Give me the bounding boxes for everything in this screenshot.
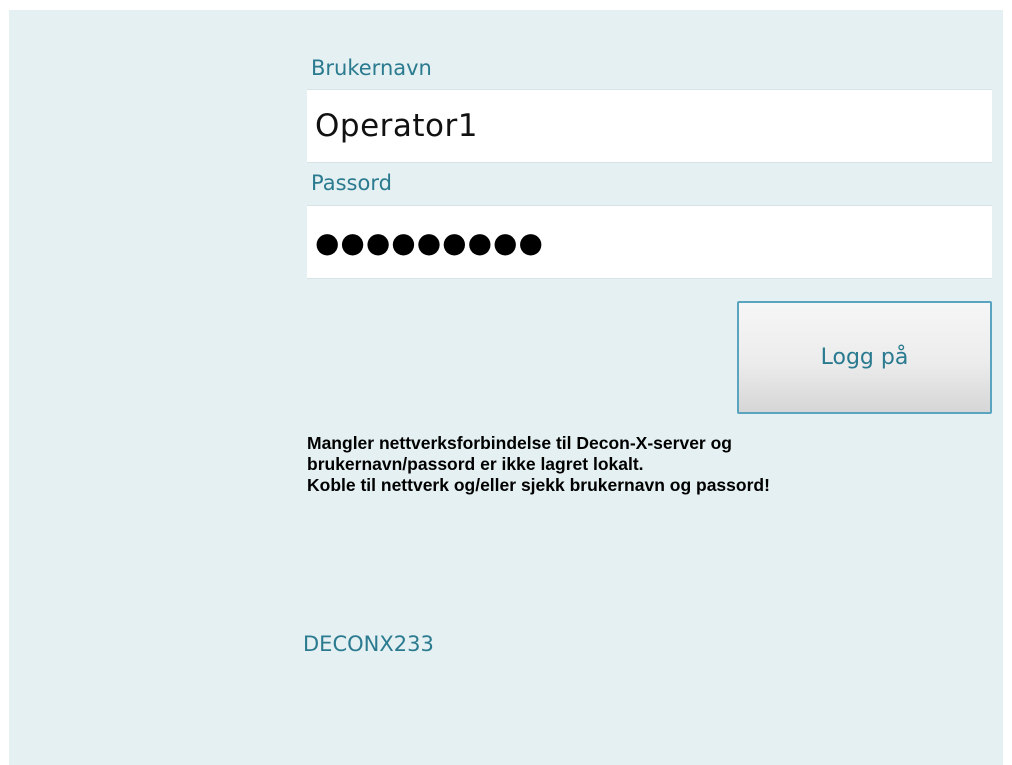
error-message: Mangler nettverksforbindelse til Decon-X… [307, 433, 967, 496]
username-field[interactable]: Operator1 [307, 89, 992, 163]
login-button[interactable]: Logg på [737, 301, 992, 414]
username-value: Operator1 [315, 108, 478, 144]
password-label: Passord [311, 171, 392, 195]
device-id: DECONX233 [303, 632, 434, 656]
password-field[interactable]: ●●●●●●●●● [307, 205, 992, 279]
error-message-line: brukernavn/passord er ikke lagret lokalt… [307, 454, 644, 474]
password-masked-value: ●●●●●●●●● [315, 225, 544, 259]
username-label: Brukernavn [311, 56, 432, 80]
error-message-line: Koble til nettverk og/eller sjekk bruker… [307, 475, 770, 495]
error-message-line: Mangler nettverksforbindelse til Decon-X… [307, 433, 732, 453]
